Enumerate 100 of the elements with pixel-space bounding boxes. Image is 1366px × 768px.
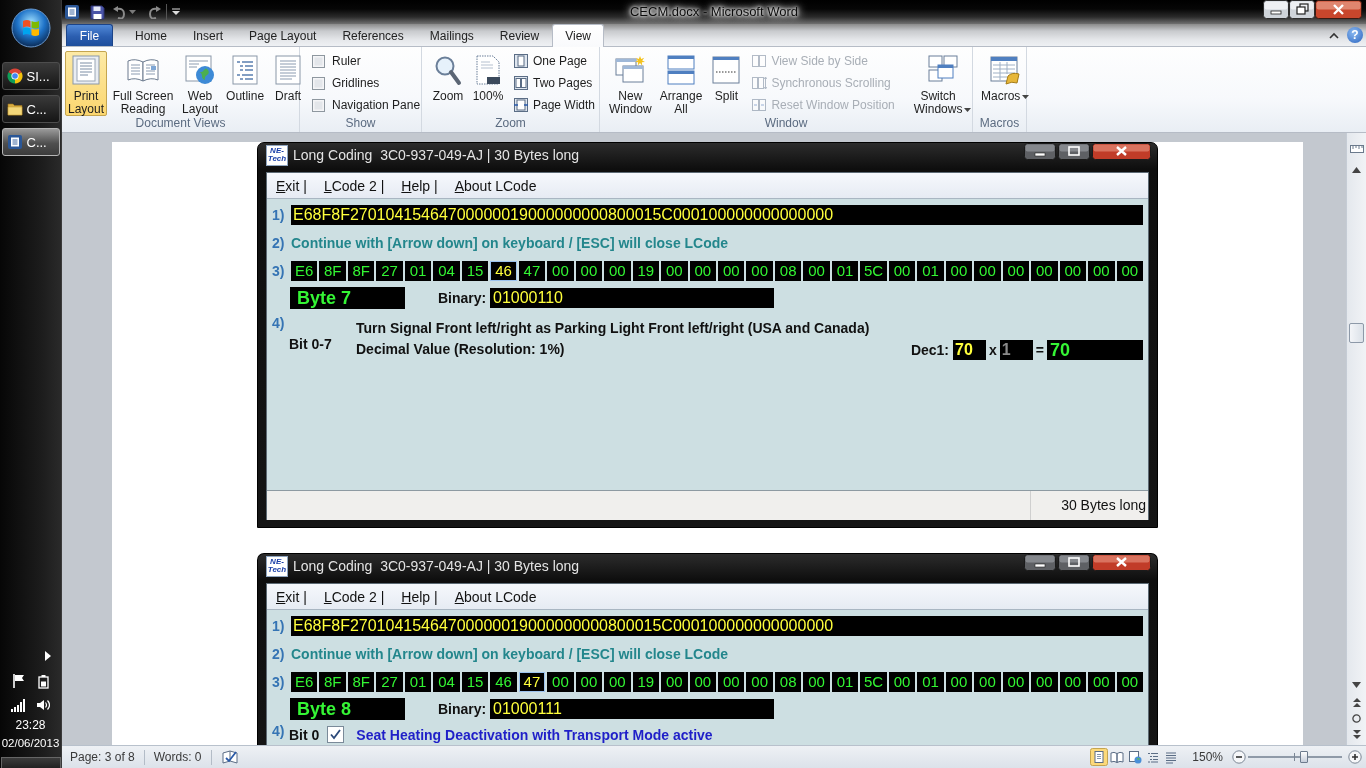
byte-cell[interactable]: 01 (404, 261, 432, 281)
ribbon-button[interactable]: New Window (606, 51, 655, 116)
option-label[interactable]: Seat Heating Deactivation with Transport Mode active (356, 726, 713, 743)
taskbar-button[interactable]: SI... (1, 62, 60, 90)
byte-cell[interactable]: 5C (860, 261, 887, 281)
byte-cell[interactable]: 04 (433, 261, 460, 281)
byte-cell[interactable]: 47 (518, 261, 546, 281)
byte-cell[interactable]: 00 (1059, 261, 1087, 281)
byte-cell[interactable]: 5C (860, 672, 887, 692)
byte-cell[interactable]: 00 (575, 261, 603, 281)
byte-cell[interactable]: 00 (1088, 672, 1115, 692)
byte-cell[interactable]: 00 (803, 261, 830, 281)
ribbon-button[interactable]: Print Layout (65, 51, 108, 116)
close-button[interactable] (1315, 0, 1362, 19)
ribbon-button[interactable]: 100% (469, 51, 507, 116)
byte-cell[interactable]: 00 (803, 672, 830, 692)
slider-thumb[interactable] (1300, 751, 1309, 763)
byte-cell[interactable]: 15 (461, 672, 489, 692)
byte-cell[interactable]: 46 (490, 261, 517, 281)
byte-cell[interactable]: 00 (689, 261, 716, 281)
byte-cell[interactable]: 00 (689, 672, 716, 692)
flag-icon[interactable] (11, 674, 26, 688)
byte-cell[interactable]: 8F (319, 261, 346, 281)
speaker-icon[interactable] (36, 698, 50, 712)
page-icon[interactable] (1090, 748, 1109, 766)
byte-cell[interactable]: 00 (547, 261, 574, 281)
document-tile-icon[interactable] (64, 4, 80, 20)
word-count[interactable]: Words: 0 (144, 749, 212, 765)
byte-cell[interactable]: E6 (291, 672, 318, 692)
taskbar-button[interactable]: C... (1, 128, 60, 156)
clock-time[interactable]: 23:28 (15, 718, 46, 732)
code-field[interactable]: E68F8F27010415464700000019000000000800015C000100000000000000 (291, 205, 1143, 225)
byte-cell[interactable]: 00 (604, 261, 631, 281)
byte-cell[interactable]: 00 (1116, 672, 1143, 692)
byte-cell[interactable]: 19 (632, 261, 660, 281)
byte-cell[interactable]: 8F (347, 672, 375, 692)
close-button[interactable] (1092, 554, 1151, 571)
byte-cell[interactable]: 00 (1031, 672, 1058, 692)
dec-field[interactable]: 70 (953, 340, 986, 360)
signal-bars-icon[interactable] (11, 698, 25, 712)
byte-cell[interactable]: 00 (604, 672, 631, 692)
checkbox-label[interactable]: Navigation Pane (332, 98, 421, 112)
ribbon-tab[interactable]: Home (122, 24, 180, 46)
byte-cell[interactable]: 00 (746, 672, 773, 692)
byte-cell[interactable]: 01 (404, 672, 432, 692)
restore-button[interactable] (1289, 0, 1315, 19)
byte-cell[interactable]: 00 (1031, 261, 1058, 281)
byte-cell[interactable]: 01 (917, 261, 944, 281)
start-button[interactable] (10, 8, 51, 48)
menu-item[interactable]: Help | (401, 588, 438, 605)
caret-icon[interactable] (129, 10, 136, 14)
scroll-up-icon[interactable] (1352, 167, 1361, 173)
byte-cell[interactable]: 47 (518, 672, 546, 692)
menu-item[interactable]: LCode 2 | (323, 588, 385, 605)
minimize-button[interactable] (1024, 554, 1056, 571)
zoom-in-button[interactable] (1348, 750, 1362, 764)
ribbon-button[interactable]: Arrange All (656, 51, 706, 116)
double-down-arrow-icon[interactable] (1352, 730, 1361, 739)
chevron-up-icon[interactable] (1329, 31, 1339, 39)
byte-cell[interactable]: 00 (1116, 261, 1143, 281)
ribbon-tab[interactable]: Insert (180, 24, 237, 46)
byte-cell[interactable]: 00 (575, 672, 603, 692)
binary-field[interactable]: 01000111 (490, 699, 774, 719)
menu-item[interactable]: Exit | (276, 177, 307, 194)
byte-cell[interactable]: 00 (1002, 261, 1030, 281)
byte-cell[interactable]: 00 (661, 672, 688, 692)
ribbon-button[interactable]: Web Layout (179, 51, 222, 116)
book-check-icon[interactable] (220, 749, 239, 765)
ruler-toggle-icon[interactable] (1349, 142, 1364, 156)
ribbon-tab[interactable]: References (329, 24, 417, 46)
ribbon-button[interactable]: Page Width (513, 96, 596, 114)
ribbon-button[interactable]: Switch Windows (910, 51, 975, 116)
ribbon-button[interactable]: Zoom (429, 51, 467, 116)
ribbon-button[interactable]: Outline (223, 51, 268, 116)
ribbon-button[interactable]: Full Screen Reading (109, 51, 178, 116)
byte-cell[interactable]: 00 (974, 672, 1001, 692)
menu-item[interactable]: LCode 2 | (323, 177, 385, 194)
checkbox[interactable] (312, 76, 325, 90)
scroll-thumb[interactable] (1349, 323, 1364, 343)
checkbox-label[interactable]: Gridlines (332, 76, 380, 90)
checkbox[interactable] (327, 726, 345, 743)
ribbon-button[interactable]: One Page (513, 52, 596, 70)
byte-cell[interactable]: 00 (547, 672, 574, 692)
show-desktop-button[interactable] (0, 757, 61, 768)
byte-cell[interactable]: 8F (319, 672, 346, 692)
byte-cell[interactable]: 00 (718, 261, 745, 281)
ribbon-button[interactable]: Two Pages (513, 74, 596, 92)
file-tab[interactable]: File (66, 24, 113, 46)
menu-item[interactable]: About LCode (454, 177, 537, 194)
menu-item[interactable]: Exit | (276, 588, 307, 605)
ribbon-tab[interactable]: Page Layout (236, 24, 330, 46)
code-field[interactable]: E68F8F27010415464700000019000000000800015C000100000000000000 (291, 616, 1143, 636)
byte-cell[interactable]: 19 (632, 672, 660, 692)
byte-cell[interactable]: 00 (718, 672, 745, 692)
redo-icon[interactable] (148, 5, 161, 19)
byte-cell[interactable]: 08 (774, 261, 802, 281)
byte-cell[interactable]: 00 (661, 261, 688, 281)
menu-item[interactable]: About LCode (454, 588, 537, 605)
byte-cell[interactable]: 00 (1002, 672, 1030, 692)
checkbox[interactable] (312, 98, 325, 112)
